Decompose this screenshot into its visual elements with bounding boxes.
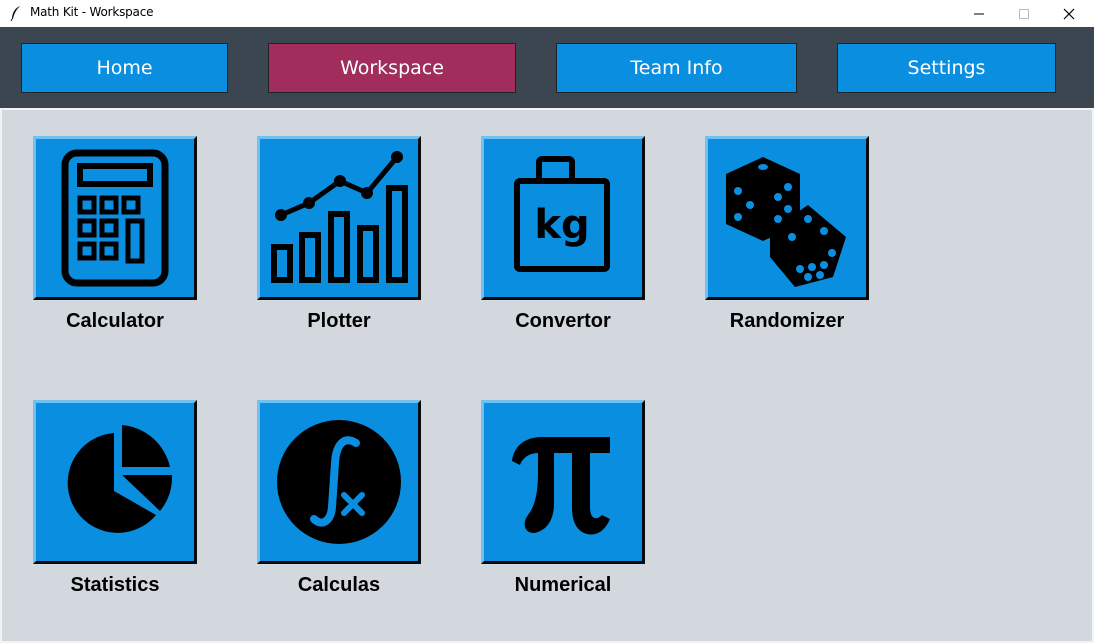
plotter-tile[interactable] <box>257 136 421 300</box>
randomizer-tile[interactable] <box>705 136 869 300</box>
randomizer-label: Randomizer <box>729 310 845 332</box>
title-bar: Math Kit - Workspace <box>0 0 1094 27</box>
calculator-tile[interactable] <box>33 136 197 300</box>
dice-icon <box>726 157 846 287</box>
integral-icon <box>277 420 401 544</box>
maximize-button[interactable] <box>1001 0 1047 27</box>
calculator-icon <box>61 149 169 287</box>
window-title: Math Kit - Workspace <box>30 5 154 19</box>
feather-icon <box>10 6 20 21</box>
nav-settings-button[interactable]: Settings <box>837 43 1056 93</box>
calculator-label: Calculator <box>66 310 164 332</box>
workspace-panel: Calculator Plotter kg Convertor Randomiz… <box>0 108 1094 643</box>
convertor-label: Convertor <box>515 310 611 332</box>
plot-chart-icon <box>271 151 408 283</box>
statistics-label: Statistics <box>70 574 160 596</box>
convertor-tile[interactable]: kg <box>481 136 645 300</box>
calculas-label: Calculas <box>297 574 381 596</box>
statistics-tile[interactable] <box>33 400 197 564</box>
calculas-tile[interactable] <box>257 400 421 564</box>
kg-weight-icon: kg <box>514 156 610 272</box>
pi-icon <box>512 437 610 535</box>
minimize-button[interactable] <box>956 0 1002 27</box>
close-button[interactable] <box>1046 0 1092 27</box>
kg-text: kg <box>534 202 589 248</box>
numerical-tile[interactable] <box>481 400 645 564</box>
close-icon <box>1063 8 1075 19</box>
nav-bar: Home Workspace Team Info Settings <box>0 27 1094 108</box>
nav-workspace-button[interactable]: Workspace <box>268 43 516 93</box>
nav-team-info-button[interactable]: Team Info <box>556 43 797 93</box>
nav-home-button[interactable]: Home <box>21 43 228 93</box>
pie-chart-icon <box>67 425 173 533</box>
numerical-label: Numerical <box>514 574 612 596</box>
minimize-icon <box>974 13 984 14</box>
maximize-icon <box>1019 8 1029 19</box>
plotter-label: Plotter <box>307 310 371 332</box>
